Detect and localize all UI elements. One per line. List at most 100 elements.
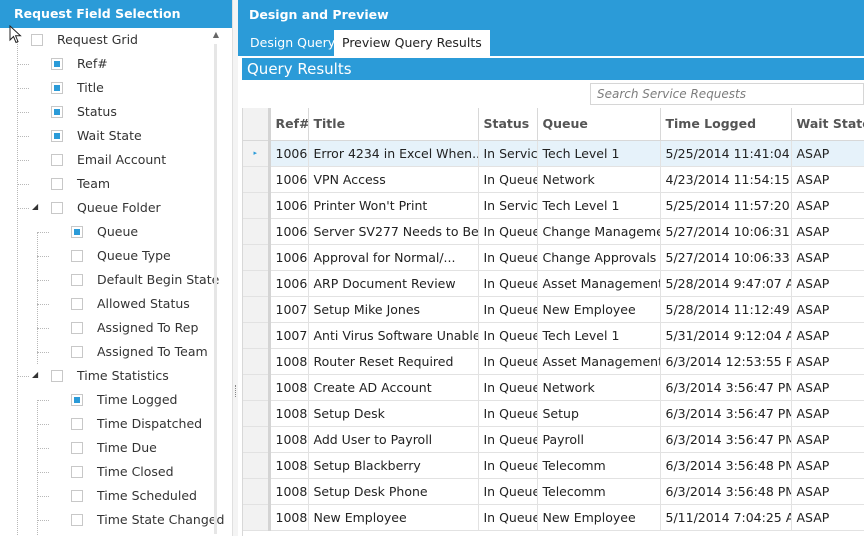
cell-wait-state: ASAP [791,140,864,167]
row-indicator-icon [243,348,270,375]
table-row[interactable]: ▸10060Error 4234 in Excel When...In Serv… [243,140,864,167]
cell-queue: Setup [537,400,661,427]
tree-item-label: Ref# [77,56,108,71]
tree-item[interactable]: Request Grid [0,28,210,52]
search-service-requests-input[interactable] [590,83,864,105]
field-checkbox[interactable] [71,418,83,430]
cell-time-logged: 5/27/2014 10:06:31 AM [660,218,792,245]
tree-item-label: Wait State [77,128,142,143]
tab-design-query[interactable]: Design Query [242,30,343,56]
row-indicator-icon [243,478,270,505]
field-checkbox[interactable] [71,346,83,358]
column-header-queue[interactable]: Queue [537,108,661,141]
table-row[interactable]: 10062Printer Won't PrintIn ServiceTech L… [243,192,864,219]
field-checkbox[interactable] [51,106,63,118]
tree-item[interactable]: Team [0,172,210,196]
table-row[interactable]: 10088New EmployeeIn QueueNew Employee5/1… [243,504,864,531]
tree-item[interactable]: Time State Changed [0,508,224,532]
tree-item[interactable]: Email Account [0,148,210,172]
cell-time-logged: 5/28/2014 9:47:07 AM [660,270,792,297]
field-checkbox[interactable] [71,394,83,406]
column-header-title[interactable]: Title [308,108,479,141]
table-row[interactable]: 10080Router Reset RequiredIn QueueAsset … [243,348,864,375]
cell-wait-state: ASAP [791,322,864,349]
tree-item[interactable]: ◢ Time Statistics [0,364,210,388]
field-checkbox[interactable] [71,466,83,478]
column-header-wait-state[interactable]: Wait State [791,108,864,141]
left-scrollbar[interactable]: ▲ [209,28,223,536]
cell-queue: Tech Level 1 [537,140,661,167]
cell-ref: 10085 [267,478,309,505]
field-checkbox[interactable] [51,370,63,382]
cell-queue: Asset Management [537,270,661,297]
tree-item[interactable]: Time Closed [0,460,210,484]
field-checkbox[interactable] [71,442,83,454]
field-checkbox[interactable] [51,202,63,214]
cell-title: Router Reset Required [308,348,479,375]
field-checkbox[interactable] [51,58,63,70]
tree-item[interactable]: Time Due [0,436,210,460]
field-checkbox[interactable] [51,130,63,142]
field-checkbox[interactable] [71,322,83,334]
cell-ref: 10081 [267,374,309,401]
tree-item[interactable]: Ref# [0,52,210,76]
tree-item[interactable]: Assigned To Team [0,340,210,364]
table-row[interactable]: 10078Anti Virus Software Unable...In Que… [243,322,864,349]
field-checkbox[interactable] [51,82,63,94]
field-checkbox[interactable] [71,250,83,262]
table-row[interactable]: 10082Setup DeskIn QueueSetup6/3/2014 3:5… [243,400,864,427]
cell-ref: 10080 [267,348,309,375]
tree-item[interactable]: Title [0,76,210,100]
field-checkbox[interactable] [51,178,63,190]
tree-item[interactable]: Queue [0,220,210,244]
cell-time-logged: 4/23/2014 11:54:15 AM [660,166,792,193]
tree-connector-line [37,304,49,305]
tab-preview-query-results[interactable]: Preview Query Results [334,30,490,56]
tree-item[interactable]: ◢ Queue Folder [0,196,210,220]
table-row[interactable]: 10067ARP Document ReviewIn QueueAsset Ma… [243,270,864,297]
table-row[interactable]: 10064Server SV277 Needs to Be...In Queue… [243,218,864,245]
expand-arrow-icon[interactable]: ◢ [32,370,38,379]
app-window: Request Field Selection Request Grid Ref#… [0,0,864,536]
field-checkbox[interactable] [71,514,83,526]
column-header-time-logged[interactable]: Time Logged [660,108,792,141]
row-indicator-icon [243,452,270,479]
column-header-ref[interactable]: Ref# [267,108,309,141]
column-header-status[interactable]: Status [478,108,538,141]
tree-connector-line [37,400,38,535]
table-row[interactable]: 10061VPN AccessIn QueueNetwork4/23/2014 … [243,166,864,193]
cell-queue: Network [537,374,661,401]
tree-item[interactable]: Time Logged [0,388,210,412]
field-checkbox[interactable] [71,490,83,502]
cell-status: In Service [478,192,538,219]
table-row[interactable]: 10084Setup BlackberryIn QueueTelecomm6/3… [243,452,864,479]
field-checkbox[interactable] [31,34,43,46]
scroll-up-arrow-icon[interactable]: ▲ [209,28,223,42]
table-row[interactable]: 10083Add User to PayrollIn QueuePayroll6… [243,426,864,453]
tree-item[interactable]: Default Begin State [0,268,219,292]
table-row[interactable]: 10081Create AD AccountIn QueueNetwork6/3… [243,374,864,401]
tree-item[interactable]: Queue Type [0,244,210,268]
tree-item[interactable]: Allowed Status [0,292,210,316]
cell-title: Printer Won't Print [308,192,479,219]
tree-item[interactable]: Time Scheduled [0,484,210,508]
expand-arrow-icon[interactable]: ◢ [32,202,38,211]
table-row[interactable]: 10077Setup Mike JonesIn QueueNew Employe… [243,296,864,323]
tree-connector-line [37,400,49,401]
tree-item[interactable]: Time Dispatched [0,412,210,436]
tree-connector-line [17,88,29,89]
field-checkbox[interactable] [71,298,83,310]
cell-ref: 10065 [267,244,309,271]
cell-time-logged: 6/3/2014 3:56:47 PM [660,374,792,401]
field-checkbox[interactable] [51,154,63,166]
field-checkbox[interactable] [71,226,83,238]
left-scroll-thumb[interactable] [214,44,217,534]
table-row[interactable]: 10085Setup Desk PhoneIn QueueTelecomm6/3… [243,478,864,505]
tree-item[interactable]: Status [0,100,210,124]
tree-item[interactable]: Assigned To Rep [0,316,210,340]
table-row[interactable]: 10065Approval for Normal/...In QueueChan… [243,244,864,271]
field-checkbox[interactable] [71,274,83,286]
tree-item-label: Time State Changed [97,512,224,527]
tree-item[interactable]: Wait State [0,124,210,148]
splitter-grip-icon[interactable] [235,385,236,397]
